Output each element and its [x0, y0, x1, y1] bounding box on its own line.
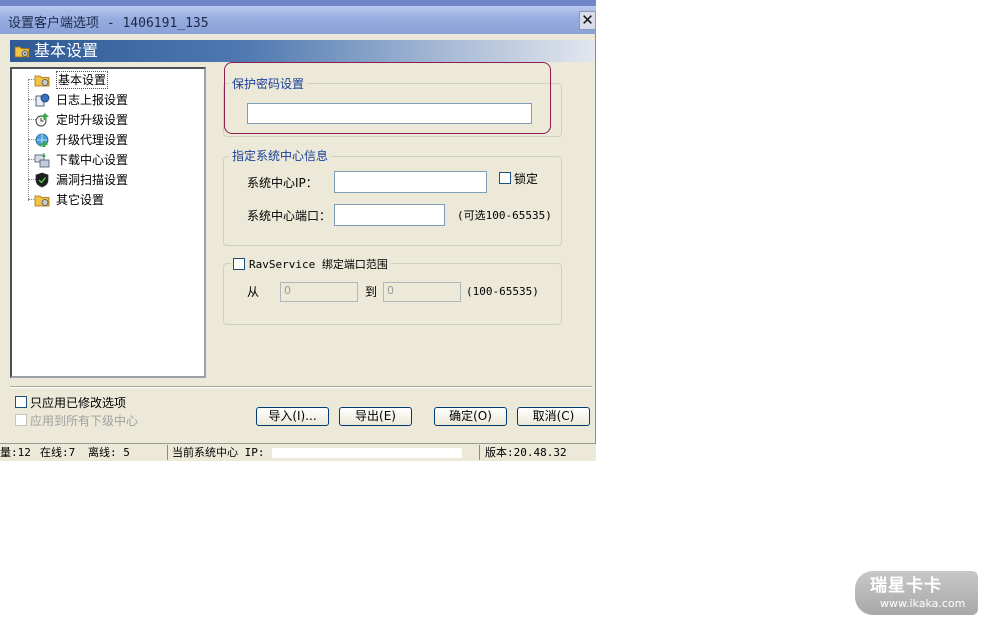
vulnerability-scan-icon [35, 172, 49, 188]
status-center-ip-value [272, 448, 462, 458]
tree-item-label: 定时升级设置 [56, 113, 129, 127]
tree-item-label: 日志上报设置 [56, 93, 129, 107]
status-divider [167, 445, 168, 460]
apply-all-checkbox[interactable] [15, 414, 27, 426]
center-port-label: 系统中心端口： [247, 209, 332, 223]
system-center-group [223, 156, 562, 246]
tree-item-label: 基本设置 [56, 71, 109, 89]
center-ip-input[interactable] [334, 171, 487, 193]
lock-checkbox[interactable] [499, 172, 511, 184]
import-button[interactable]: 导入(I)... [256, 407, 329, 426]
bind-port-checkbox[interactable] [233, 258, 245, 270]
from-port-input[interactable]: 0 [280, 282, 358, 302]
export-button[interactable]: 导出(E) [339, 407, 412, 426]
tree-item-upgrade-proxy[interactable]: 升级代理设置 [34, 131, 184, 149]
tree-item-label: 下载中心设置 [56, 153, 129, 167]
status-version: 版本:20.48.32 [485, 446, 567, 459]
tree-item-other[interactable]: 其它设置 [34, 191, 184, 209]
upgrade-proxy-icon [35, 133, 49, 147]
status-total: 量:12 [0, 446, 31, 459]
cancel-button[interactable]: 取消(C) [517, 407, 590, 426]
system-center-legend: 指定系统中心信息 [229, 149, 332, 163]
bind-port-legend-wrap: RavService 绑定端口范围 [231, 257, 391, 272]
tree-item-label: 其它设置 [56, 193, 105, 207]
only-modified-label: 只应用已修改选项 [30, 396, 127, 410]
folder-gear-icon [34, 195, 50, 207]
to-label: 到 [365, 285, 378, 299]
ok-button[interactable]: 确定(O) [434, 407, 507, 426]
to-port-input[interactable]: 0 [383, 282, 461, 302]
scheduled-upgrade-icon [35, 113, 49, 127]
download-center-icon [34, 153, 50, 168]
status-divider [479, 445, 480, 460]
bind-range-hint: (100-65535) [466, 285, 539, 298]
log-report-icon [35, 93, 50, 107]
status-offline: 离线: 5 [88, 446, 130, 459]
center-port-input[interactable] [334, 204, 445, 226]
lock-label: 锁定 [514, 172, 539, 186]
from-label: 从 [247, 285, 260, 299]
watermark-brand: 瑞星卡卡 [870, 576, 942, 596]
close-button[interactable]: ✕ [579, 11, 596, 30]
highlight-outline [224, 62, 551, 134]
only-modified-checkbox[interactable] [15, 396, 27, 408]
apply-all-label: 应用到所有下级中心 [30, 414, 139, 428]
tree-item-log-report[interactable]: 日志上报设置 [34, 91, 184, 109]
bind-port-legend: RavService 绑定端口范围 [249, 258, 388, 271]
folder-gear-icon [34, 75, 50, 87]
tree-item-label: 升级代理设置 [56, 133, 129, 147]
tree-item-label: 漏洞扫描设置 [56, 173, 129, 187]
tree-item-scheduled-upgrade[interactable]: 定时升级设置 [34, 111, 184, 129]
window-title: 设置客户端选项 - 1406191_135 [8, 16, 209, 31]
status-center-ip-label: 当前系统中心 IP: [172, 446, 265, 459]
tree-item-vulnerability-scan[interactable]: 漏洞扫描设置 [34, 171, 184, 189]
status-online: 在线:7 [40, 446, 76, 459]
tree-item-download-center[interactable]: 下载中心设置 [34, 151, 184, 169]
close-icon: ✕ [581, 11, 594, 29]
folder-gear-icon [14, 46, 30, 58]
bottom-separator [10, 386, 592, 388]
section-title: 基本设置 [34, 41, 99, 60]
watermark-url: www.ikaka.com [880, 597, 966, 610]
port-range-hint: (可选100-65535) [457, 209, 552, 222]
tree-item-basic[interactable]: 基本设置 [34, 71, 184, 89]
center-ip-label: 系统中心IP： [247, 176, 318, 190]
